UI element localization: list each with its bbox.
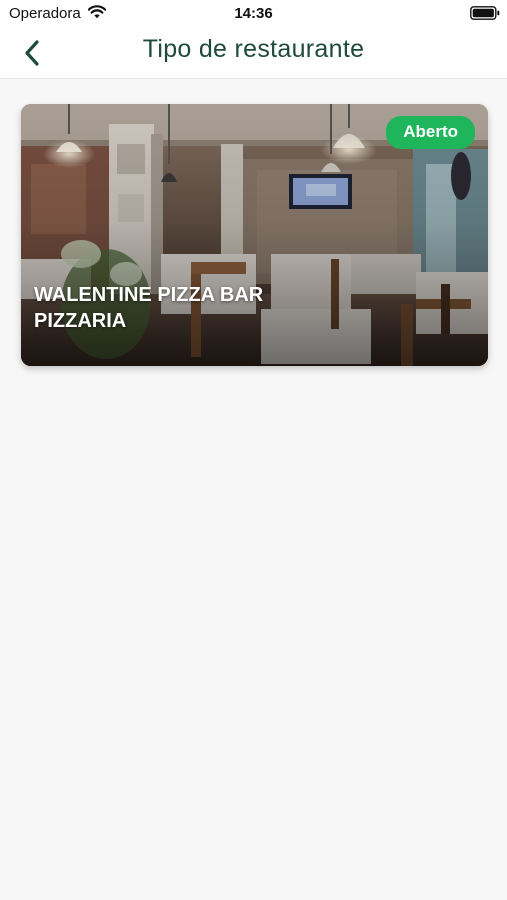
status-bar: Operadora 14:36 <box>0 0 507 28</box>
clock: 14:36 <box>234 5 273 22</box>
page-title: Tipo de restaurante <box>142 35 365 63</box>
restaurant-name: WALENTINE PIZZA BAR PIZZARIA <box>34 284 264 332</box>
restaurant-card[interactable]: Aberto WALENTINE PIZZA BAR PIZZARIA <box>21 104 488 366</box>
navigation-bar: Tipo de restaurante <box>0 28 507 79</box>
battery-full-icon <box>470 6 500 20</box>
status-badge: Aberto <box>386 116 475 149</box>
